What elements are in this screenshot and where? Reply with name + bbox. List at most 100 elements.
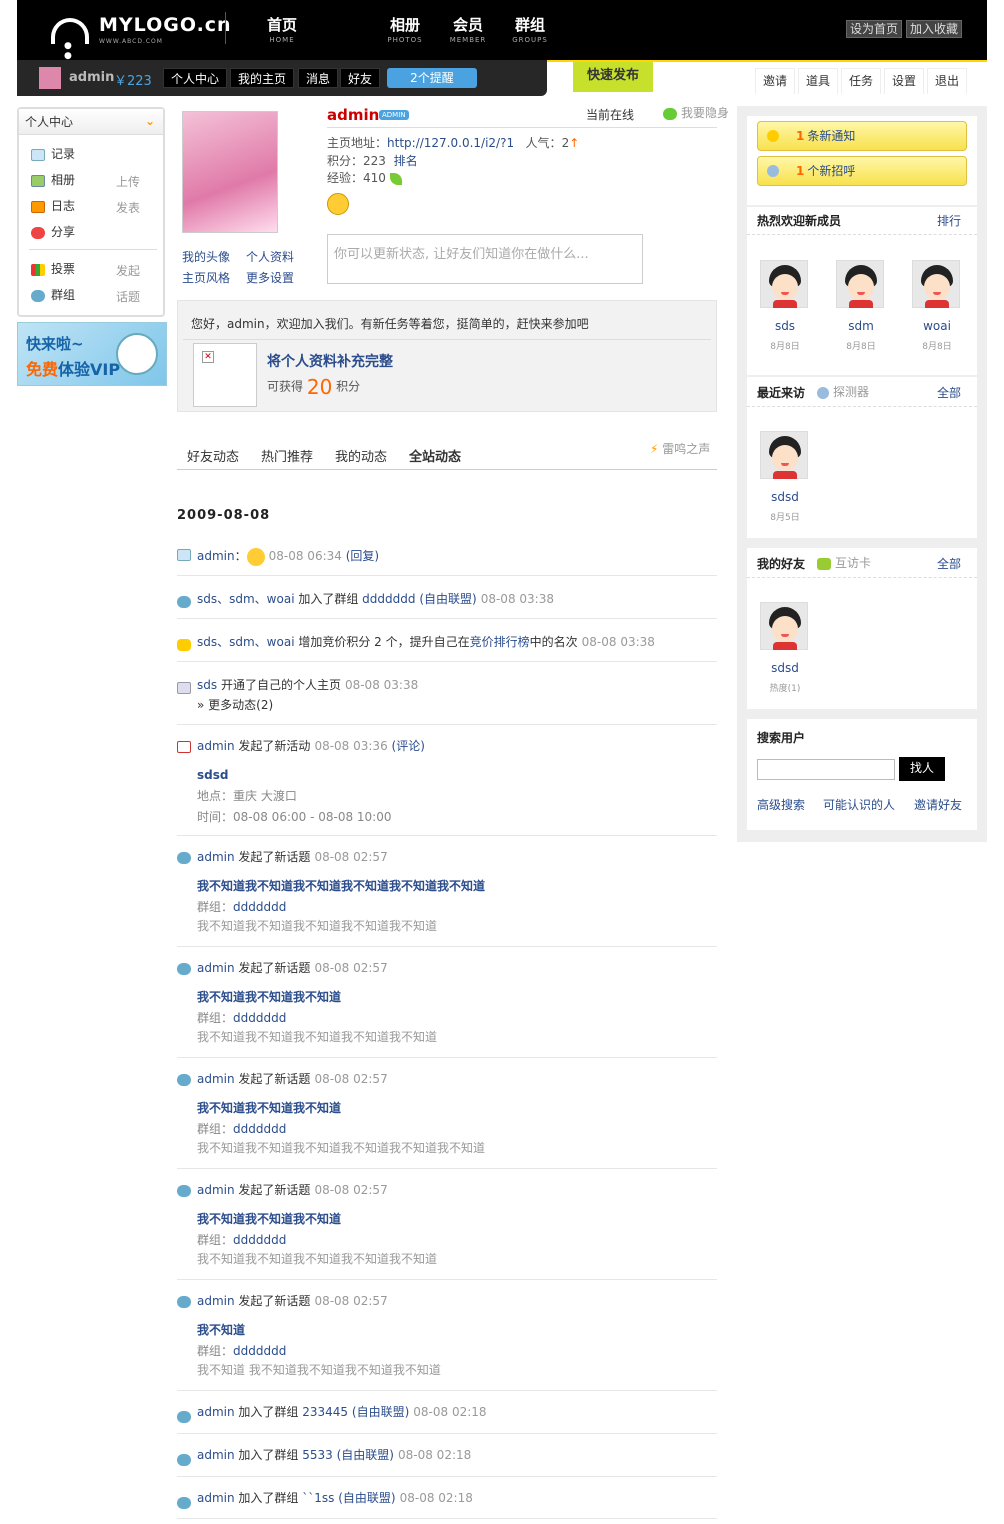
user-avatar[interactable]: [39, 67, 61, 89]
visitor-avatar[interactable]: [760, 431, 808, 479]
friend-avatar[interactable]: [760, 602, 808, 650]
topic-title[interactable]: 我不知道我不知道我不知道: [197, 988, 341, 1005]
profile-photo[interactable]: [182, 111, 278, 233]
group-link[interactable]: ``1ss: [302, 1491, 334, 1505]
tab-settings[interactable]: 设置: [884, 68, 925, 94]
nav-home[interactable]: 首页 HOME: [252, 14, 312, 44]
quick-publish-button[interactable]: 快速发布: [573, 62, 653, 92]
member-name[interactable]: sds: [755, 319, 815, 333]
album-upload-link[interactable]: 上传: [116, 173, 140, 190]
tab-my-feed[interactable]: 我的动态: [335, 446, 387, 465]
link-messages[interactable]: 消息: [298, 68, 339, 88]
group-link[interactable]: ddddddd: [233, 1233, 286, 1247]
group-link[interactable]: 5533: [302, 1448, 333, 1462]
feed-user[interactable]: admin: [197, 1294, 235, 1308]
topic-title[interactable]: 我不知道: [197, 1321, 245, 1338]
ranking-link[interactable]: 竞价排行榜: [470, 635, 530, 649]
comment-link[interactable]: (评论): [392, 739, 425, 753]
tab-hot[interactable]: 热门推荐: [261, 446, 313, 465]
blog-post-link[interactable]: 发表: [116, 199, 140, 216]
visit-card-link[interactable]: 互访卡: [817, 554, 871, 571]
feed-user[interactable]: sds、sdm、woai: [197, 635, 295, 649]
member-avatar[interactable]: [912, 260, 960, 308]
friend-name[interactable]: sdsd: [755, 661, 815, 675]
tab-logout[interactable]: 退出: [927, 68, 968, 94]
tab-all-feed[interactable]: 全站动态: [409, 446, 461, 465]
visitor-name[interactable]: sdsd: [755, 490, 815, 504]
topic-title[interactable]: 我不知道我不知道我不知道我不知道我不知道我不知道: [197, 877, 485, 894]
set-home-button[interactable]: 设为首页: [846, 20, 903, 38]
more-feed-link[interactable]: » 更多动态(2): [197, 696, 273, 713]
sidebar-item-record[interactable]: 记录: [31, 145, 75, 162]
link-home-style[interactable]: 主页风格: [182, 269, 230, 286]
feed-user[interactable]: admin: [197, 1183, 235, 1197]
sidebar-item-poll[interactable]: 投票: [31, 260, 75, 277]
nav-member[interactable]: 会员 MEMBER: [438, 14, 498, 44]
sidebar-item-share[interactable]: 分享: [31, 223, 75, 240]
thunder-link[interactable]: ⚡ 雷鸣之声: [650, 440, 710, 457]
tab-tasks[interactable]: 任务: [841, 68, 882, 94]
rank-link[interactable]: 排名: [394, 154, 418, 168]
advanced-search-link[interactable]: 高级搜索: [757, 796, 805, 813]
link-my-avatar[interactable]: 我的头像: [182, 248, 230, 265]
feed-user[interactable]: admin: [197, 549, 235, 563]
group-link[interactable]: 233445: [302, 1405, 348, 1419]
tab-invite[interactable]: 邀请: [755, 68, 796, 94]
feed-user[interactable]: admin: [197, 1491, 235, 1505]
feed-user[interactable]: admin: [197, 1072, 235, 1086]
task-title[interactable]: 将个人资料补充完整: [267, 351, 393, 371]
link-personal-center[interactable]: 个人中心: [163, 68, 228, 88]
new-greeting-button[interactable]: 1 个新招呼: [757, 156, 967, 186]
groups-topic-link[interactable]: 话题: [116, 288, 140, 305]
member-name[interactable]: sdm: [831, 319, 891, 333]
reply-link[interactable]: (回复): [346, 549, 379, 563]
group-link[interactable]: ddddddd: [233, 1344, 286, 1358]
tab-friends-feed[interactable]: 好友动态: [187, 446, 239, 465]
visitors-all-link[interactable]: 全部: [937, 384, 961, 401]
feed-user[interactable]: sds、sdm、woai: [197, 592, 295, 606]
nav-photos[interactable]: 相册 PHOTOS: [375, 14, 435, 44]
member-name[interactable]: woai: [907, 319, 967, 333]
group-link[interactable]: ddddddd: [233, 900, 286, 914]
reminder-badge[interactable]: 2个提醒: [387, 68, 477, 88]
search-user-input[interactable]: [757, 759, 895, 780]
feed-user[interactable]: admin: [197, 1405, 235, 1419]
link-friends[interactable]: 好友: [340, 68, 381, 88]
link-more-settings[interactable]: 更多设置: [246, 269, 294, 286]
people-you-may-know-link[interactable]: 可能认识的人: [823, 796, 895, 813]
profile-name[interactable]: admin: [327, 106, 379, 124]
sidebar-item-groups[interactable]: 群组: [31, 286, 75, 303]
members-ranking-link[interactable]: 排行: [937, 212, 961, 229]
member-avatar[interactable]: [836, 260, 884, 308]
group-link[interactable]: ddddddd: [233, 1122, 286, 1136]
tab-props[interactable]: 道具: [798, 68, 839, 94]
feed-user[interactable]: admin: [197, 961, 235, 975]
sidebar-item-blog[interactable]: 日志: [31, 197, 75, 214]
go-invisible-link[interactable]: 我要隐身: [663, 104, 729, 121]
invite-friends-link[interactable]: 邀请好友: [914, 796, 962, 813]
home-url-link[interactable]: http://127.0.0.1/i2/?1: [387, 136, 514, 150]
vip-banner[interactable]: 快来啦~ 免费体验VIP: [17, 322, 167, 386]
topic-title[interactable]: 我不知道我不知道我不知道: [197, 1210, 341, 1227]
user-name[interactable]: admin: [69, 70, 114, 85]
group-link[interactable]: ddddddd: [233, 1011, 286, 1025]
menu-header[interactable]: 个人中心 ⌄: [19, 109, 163, 135]
feed-user[interactable]: admin: [197, 739, 235, 753]
poll-start-link[interactable]: 发起: [116, 262, 140, 279]
status-input[interactable]: 你可以更新状态, 让好友们知道你在做什么...: [327, 234, 643, 284]
friends-all-link[interactable]: 全部: [937, 555, 961, 572]
link-my-home[interactable]: 我的主页: [230, 68, 295, 88]
chevron-down-icon[interactable]: ⌄: [145, 114, 155, 128]
group-link[interactable]: ddddddd: [362, 592, 415, 606]
sidebar-item-album[interactable]: 相册: [31, 171, 75, 188]
event-title[interactable]: sdsd: [197, 768, 228, 782]
feed-user[interactable]: admin: [197, 1448, 235, 1462]
new-notice-button[interactable]: 1 条新通知: [757, 121, 967, 151]
feed-user[interactable]: admin: [197, 850, 235, 864]
add-favorite-button[interactable]: 加入收藏: [906, 20, 963, 38]
topic-title[interactable]: 我不知道我不知道我不知道: [197, 1099, 341, 1116]
detector-link[interactable]: 探测器: [817, 383, 869, 400]
find-user-button[interactable]: 找人: [899, 757, 945, 781]
feed-user[interactable]: sds: [197, 678, 217, 692]
link-profile[interactable]: 个人资料: [246, 248, 294, 265]
